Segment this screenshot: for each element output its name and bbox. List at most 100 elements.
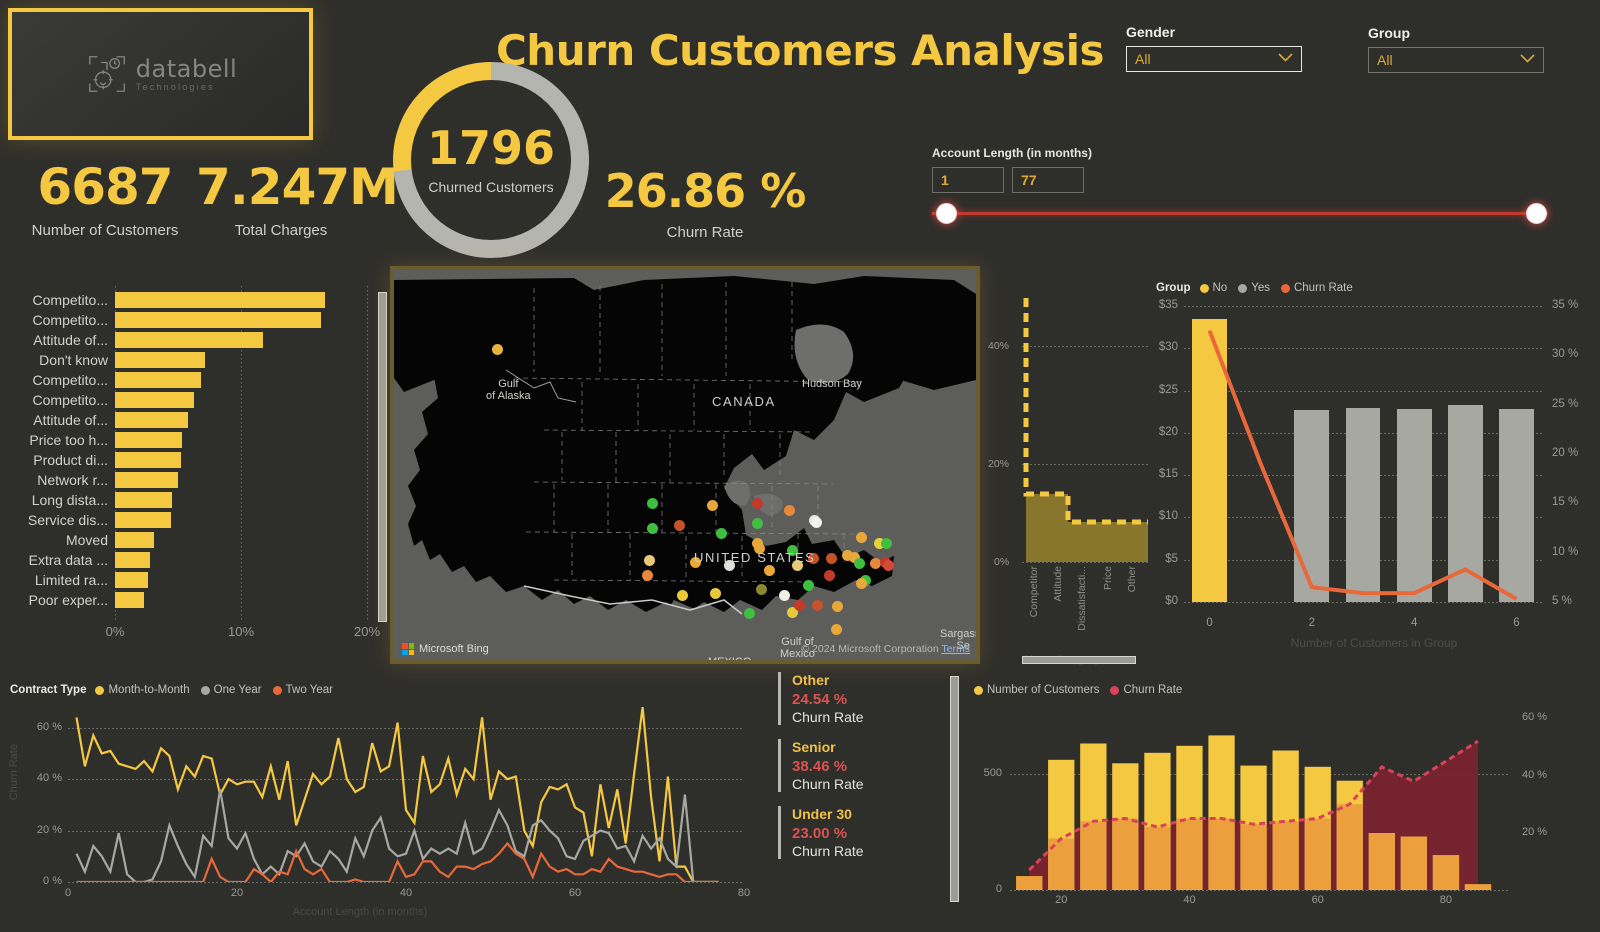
hbar-row[interactable]: Network r... xyxy=(0,470,386,490)
map-data-point[interactable] xyxy=(677,590,688,601)
hbar-row[interactable]: Moved xyxy=(0,530,386,550)
chevron-down-icon[interactable] xyxy=(1520,54,1535,66)
map-data-point[interactable] xyxy=(642,570,653,581)
legend-item-yes[interactable]: Yes xyxy=(1238,282,1270,294)
hbar-row[interactable]: Competito... xyxy=(0,310,386,330)
slider-handle-max[interactable] xyxy=(1526,203,1547,224)
account-length-slider[interactable] xyxy=(932,203,1548,234)
map-data-point[interactable] xyxy=(752,498,763,509)
map-data-point[interactable] xyxy=(824,570,835,581)
hbar-bar[interactable] xyxy=(115,352,205,368)
map-data-point[interactable] xyxy=(832,601,843,612)
map-terms-link[interactable]: Terms xyxy=(941,643,970,655)
hbar-row[interactable]: Extra data ... xyxy=(0,550,386,570)
map-data-point[interactable] xyxy=(881,538,892,549)
legend-item-number-of-customers[interactable]: Number of Customers xyxy=(974,684,1099,696)
hbar-bar[interactable] xyxy=(115,532,155,548)
card-value: 38.46 % xyxy=(792,758,848,775)
hbar-row[interactable]: Competito... xyxy=(0,390,386,410)
map-data-point[interactable] xyxy=(831,624,842,635)
hbar-row[interactable]: Attitude of... xyxy=(0,410,386,430)
hbar-bar[interactable] xyxy=(115,432,182,448)
hbar-row[interactable]: Price too h... xyxy=(0,430,386,450)
mini-scrollbar[interactable] xyxy=(1022,656,1136,664)
legend-item-month-to-month[interactable]: Month-to-Month xyxy=(95,684,190,696)
legend-item-two-year[interactable]: Two Year xyxy=(272,684,333,696)
hbar-row[interactable]: Attitude of... xyxy=(0,330,386,350)
account-length-max-input[interactable]: 77 xyxy=(1012,167,1084,193)
map-data-point[interactable] xyxy=(707,500,718,511)
hbar-bar[interactable] xyxy=(115,332,264,348)
map-data-point[interactable] xyxy=(710,588,721,599)
map-data-point[interactable] xyxy=(644,555,655,566)
slider-track[interactable] xyxy=(932,212,1548,215)
hbar-row[interactable]: Competito... xyxy=(0,290,386,310)
hbar-row[interactable]: Competito... xyxy=(0,370,386,390)
churn-rate-card[interactable]: Senior 38.46 % Churn Rate xyxy=(778,739,938,792)
hbar-row[interactable]: Limited ra... xyxy=(0,570,386,590)
map-data-point[interactable] xyxy=(492,344,503,355)
slider-handle-min[interactable] xyxy=(936,203,957,224)
map-data-point[interactable] xyxy=(752,518,763,529)
hbar-bar[interactable] xyxy=(115,412,188,428)
hbar-bar[interactable] xyxy=(115,552,150,568)
hbar-bar[interactable] xyxy=(115,312,321,328)
churn-rate-card[interactable]: Under 30 23.00 % Churn Rate xyxy=(778,806,938,859)
map-data-point[interactable] xyxy=(647,523,658,534)
slicer-gender-dropdown[interactable]: All xyxy=(1126,46,1302,72)
hbar-row-label: Competito... xyxy=(32,392,108,408)
hbar-row[interactable]: Poor exper... xyxy=(0,590,386,610)
map-data-point[interactable] xyxy=(883,560,894,571)
hbar-bar[interactable] xyxy=(115,372,202,388)
hbar-bar[interactable] xyxy=(115,452,181,468)
map-data-point[interactable] xyxy=(647,498,658,509)
hbar-row[interactable]: Long dista... xyxy=(0,490,386,510)
legend-item-one-year[interactable]: One Year xyxy=(200,684,262,696)
map-data-point[interactable] xyxy=(826,553,837,564)
legend-item-churn-rate[interactable]: Churn Rate xyxy=(1110,684,1182,696)
map-data-point[interactable] xyxy=(811,517,822,528)
map-data-point[interactable] xyxy=(856,578,867,589)
churn-reason-bar-chart[interactable]: Competito... Competito... Attitude of... Do… xyxy=(0,286,387,650)
slicer-group[interactable]: Group All xyxy=(1368,25,1544,73)
map-data-point[interactable] xyxy=(744,608,755,619)
churn-category-step-chart[interactable]: 40% 20% 0% Competitor Attitude Dissatisfac… xyxy=(988,288,1148,666)
hbar-bar[interactable] xyxy=(115,492,173,508)
map-data-point[interactable] xyxy=(674,520,685,531)
hbar-bar[interactable] xyxy=(115,572,149,588)
hbar-row[interactable]: Service dis... xyxy=(0,510,386,530)
map-canvas[interactable]: Gulf of Alaska CANADA Hudson Bay UNITED STA… xyxy=(394,270,976,660)
y2-tick: 40 % xyxy=(1522,768,1548,781)
churn-rate-card[interactable]: Other 24.54 % Churn Rate xyxy=(778,672,938,725)
map-data-point[interactable] xyxy=(764,565,775,576)
account-length-combo-chart[interactable]: Number of Customers Churn Rate 0 500 20 %… xyxy=(958,676,1600,932)
hbar-row[interactable]: Product di... xyxy=(0,450,386,470)
map-data-point[interactable] xyxy=(812,600,823,611)
legend-item-churn-rate[interactable]: Churn Rate xyxy=(1280,282,1353,294)
group-combo-chart[interactable]: Group No Yes Churn Rate $0 $5 $10 $15 $20 $25… xyxy=(1148,282,1600,664)
map-data-point[interactable] xyxy=(803,580,814,591)
legend-item-no[interactable]: No xyxy=(1199,282,1227,294)
account-length-slicer[interactable]: Account Length (in months) 1 77 xyxy=(932,146,1572,234)
map-data-point[interactable] xyxy=(856,532,867,543)
customer-location-map[interactable]: Gulf of Alaska CANADA Hudson Bay UNITED STA… xyxy=(390,266,980,664)
map-copyright: © 2024 Microsoft Corporation xyxy=(801,643,939,655)
slicer-gender[interactable]: Gender All xyxy=(1126,24,1302,72)
map-data-point[interactable] xyxy=(854,558,865,569)
map-data-point[interactable] xyxy=(756,584,767,595)
hbar-bar[interactable] xyxy=(115,392,194,408)
hbar-bar[interactable] xyxy=(115,512,172,528)
map-data-point[interactable] xyxy=(779,590,790,601)
hbar-bar[interactable] xyxy=(115,292,326,308)
hbar-bar[interactable] xyxy=(115,592,144,608)
hbar-row[interactable]: Don't know xyxy=(0,350,386,370)
map-data-point[interactable] xyxy=(716,528,727,539)
slicer-group-dropdown[interactable]: All xyxy=(1368,47,1544,73)
account-length-min-input[interactable]: 1 xyxy=(932,167,1004,193)
hbar-bar[interactable] xyxy=(115,472,179,488)
hbar-scrollbar[interactable] xyxy=(378,292,387,622)
chevron-down-icon[interactable] xyxy=(1278,53,1293,65)
map-data-point[interactable] xyxy=(794,600,805,611)
map-data-point[interactable] xyxy=(784,505,795,516)
contract-type-line-chart[interactable]: Contract Type Month-to-Month One Year Tw… xyxy=(0,676,762,932)
